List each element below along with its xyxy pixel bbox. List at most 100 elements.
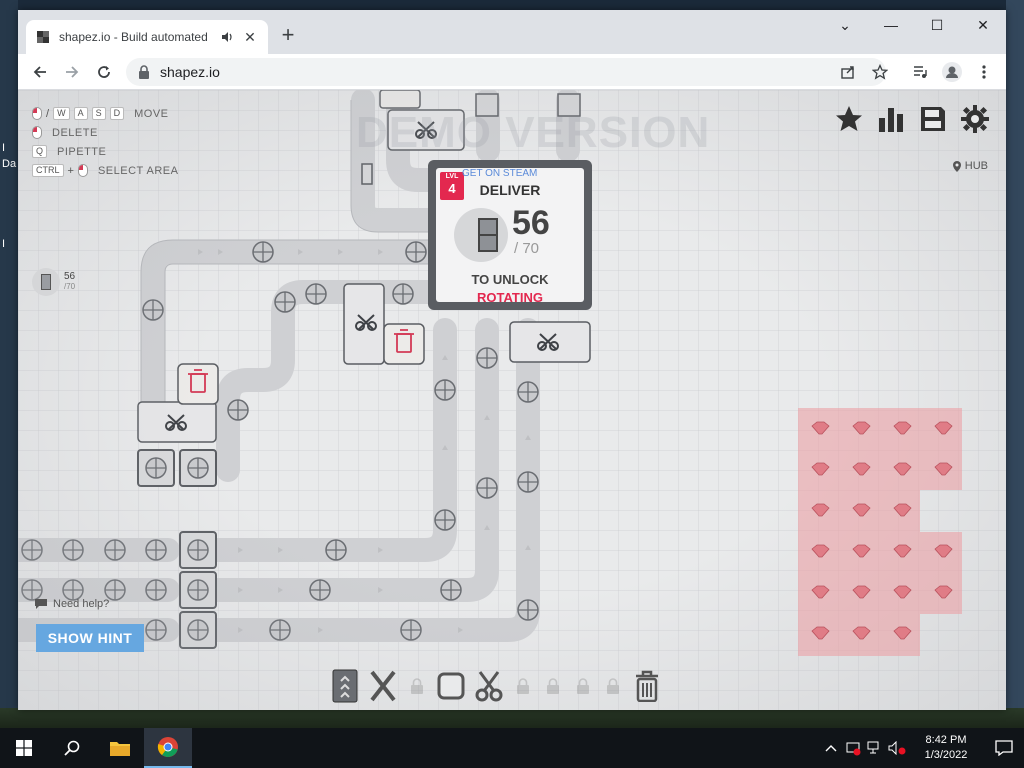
desktop-icon-label[interactable]: Da	[2, 158, 16, 170]
volume-muted-icon[interactable]	[886, 728, 908, 768]
profile-avatar-icon[interactable]	[940, 60, 964, 84]
game-canvas[interactable]: DEMO VERSION / W A S D MOVE DELETE Q PIP…	[18, 90, 1006, 710]
pinned-count: 56	[64, 271, 76, 282]
network-icon[interactable]	[864, 728, 886, 768]
menu-dots-icon[interactable]	[972, 60, 996, 84]
goal-shape-icon	[454, 208, 508, 262]
back-icon[interactable]	[28, 60, 52, 84]
browser-toolbar: shapez.io	[18, 54, 1006, 90]
deliver-label: DELIVER	[479, 182, 541, 198]
clock-date: 1/3/2022	[924, 749, 968, 761]
required-count: / 70	[514, 240, 540, 257]
address-bar[interactable]: shapez.io	[126, 58, 886, 86]
media-control-icon[interactable]	[908, 60, 932, 84]
trash-icon	[636, 670, 658, 702]
mouse-icon	[77, 164, 88, 177]
url-text: shapez.io	[160, 64, 220, 80]
keybinding-delete: DELETE	[32, 123, 178, 142]
reward-label: ROTATING	[477, 290, 543, 305]
shapez-favicon-icon	[37, 31, 49, 43]
speaker-icon[interactable]	[220, 30, 234, 44]
lock-icon	[547, 678, 559, 694]
desktop-wallpaper-bottom	[0, 708, 1024, 730]
help-prompt: Need help?	[34, 598, 109, 610]
locked-slot	[540, 669, 566, 703]
browser-tab[interactable]: shapez.io - Build automated ✕	[26, 20, 268, 54]
delivered-count: 56	[512, 204, 550, 242]
reload-icon[interactable]	[92, 60, 116, 84]
mouse-icon	[32, 126, 42, 139]
close-window-button[interactable]: ✕	[960, 10, 1006, 40]
belt-icon	[332, 669, 358, 703]
maximize-button[interactable]: ☐	[914, 10, 960, 40]
building-toolbar	[328, 666, 664, 706]
desktop-icon-label[interactable]: I	[2, 238, 5, 250]
cutter-building-button[interactable]	[472, 669, 506, 703]
share-icon[interactable]	[836, 60, 860, 84]
desktop-icon-label[interactable]: I	[2, 142, 5, 154]
hub-building[interactable]: LVL 4 GET ON STEAM DELIVER 56 / 70 TO UN…	[428, 160, 592, 310]
new-tab-button[interactable]: +	[276, 24, 300, 48]
stats-chart-icon[interactable]	[876, 104, 906, 134]
hub-goal-panel: LVL 4 GET ON STEAM DELIVER 56 / 70 TO UN…	[436, 168, 584, 305]
keybinding-pipette: Q PIPETTE	[32, 142, 178, 161]
lock-icon	[577, 678, 589, 694]
gear-settings-icon[interactable]	[960, 104, 990, 134]
goal-shape-icon	[32, 268, 60, 296]
key-plus: +	[67, 164, 74, 177]
hub-waypoint[interactable]: HUB	[952, 160, 988, 172]
keybinding-select-area: CTRL + SELECT AREA	[32, 161, 178, 180]
system-clock[interactable]: 8:42 PM 1/3/2022	[908, 733, 984, 763]
tab-strip: shapez.io - Build automated ✕ + ⌄ — ☐ ✕	[18, 10, 1006, 54]
keybinding-label: MOVE	[134, 107, 169, 120]
map-pin-icon	[952, 160, 961, 172]
locked-slot	[404, 669, 430, 703]
chevron-up-icon[interactable]	[820, 728, 842, 768]
minimize-button[interactable]: —	[868, 10, 914, 40]
tab-close-icon[interactable]: ✕	[242, 29, 258, 45]
mouse-icon	[32, 107, 42, 120]
star-bookmark-icon[interactable]	[868, 60, 892, 84]
star-icon[interactable]	[834, 104, 864, 134]
notification-center-icon[interactable]	[984, 728, 1024, 768]
lock-icon	[607, 678, 619, 694]
show-hint-button[interactable]: SHOW HINT	[36, 624, 144, 652]
search-icon[interactable]	[48, 728, 96, 768]
chevron-down-icon[interactable]: ⌄	[822, 10, 868, 40]
chat-bubble-icon	[35, 599, 47, 609]
pinned-goal-count: 56 /70	[64, 272, 75, 292]
locked-slot	[510, 669, 536, 703]
chrome-taskbar-icon[interactable]	[144, 728, 192, 768]
network-warning-icon[interactable]	[842, 728, 864, 768]
belt-building-button[interactable]	[328, 669, 362, 703]
keybinding-move: / W A S D MOVE	[32, 104, 178, 123]
to-unlock-label: TO UNLOCK	[471, 272, 549, 287]
trash-building-button[interactable]	[630, 669, 664, 703]
key-s: S	[91, 107, 106, 120]
help-text: Need help?	[53, 598, 110, 610]
key-a: A	[73, 107, 88, 120]
steam-link[interactable]: GET ON STEAM	[462, 168, 537, 179]
windows-start-icon[interactable]	[0, 728, 48, 768]
balancer-building-button[interactable]	[366, 669, 400, 703]
key-q: Q	[32, 145, 48, 158]
lock-icon	[517, 678, 529, 694]
tab-title: shapez.io - Build automated	[59, 30, 208, 44]
keybinding-label: SELECT AREA	[97, 164, 179, 177]
keybinding-label: PIPETTE	[57, 145, 107, 158]
forward-icon[interactable]	[60, 60, 84, 84]
clock-time: 8:42 PM	[925, 734, 967, 746]
browser-window: shapez.io - Build automated ✕ + ⌄ — ☐ ✕	[18, 10, 1006, 710]
locked-slot	[600, 669, 626, 703]
ore-deposits	[811, 421, 953, 640]
save-icon[interactable]	[918, 104, 948, 134]
locked-slot	[570, 669, 596, 703]
pinned-goal[interactable]: 56 /70	[18, 268, 75, 296]
rotator-building-button[interactable]	[434, 669, 468, 703]
balancer-icon	[370, 670, 396, 702]
desktop-wallpaper-right	[1006, 0, 1024, 720]
lock-icon[interactable]	[138, 65, 150, 79]
file-explorer-icon[interactable]	[96, 728, 144, 768]
desktop-wallpaper-left	[0, 0, 18, 720]
keybinding-overlay: / W A S D MOVE DELETE Q PIPETTE CTRL + S…	[32, 104, 178, 180]
